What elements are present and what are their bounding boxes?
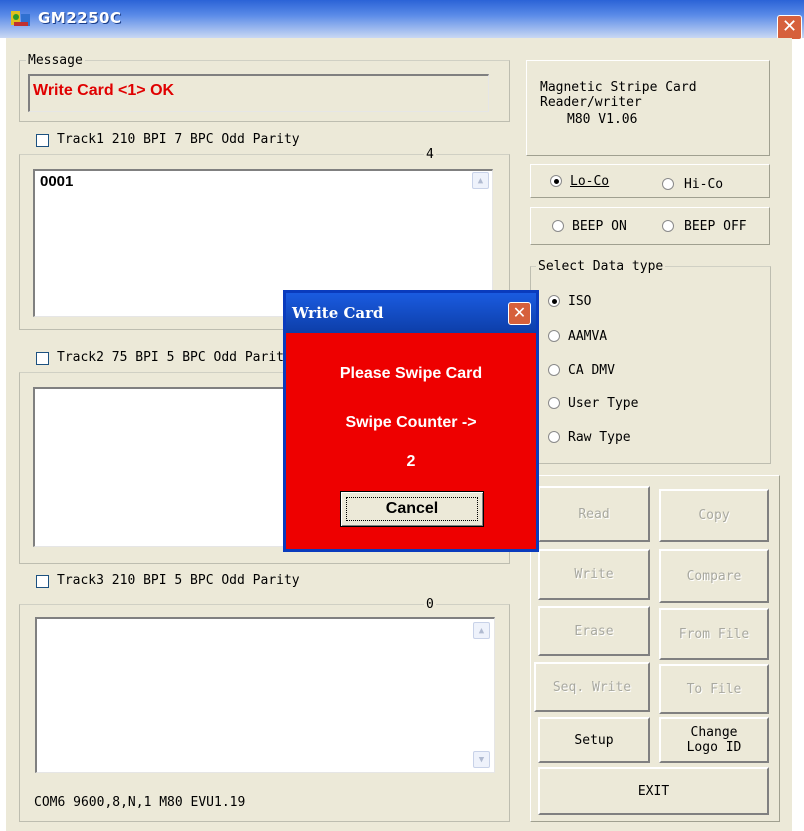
status-bar: COM6 9600,8,N,1 M80 EVU1.19 bbox=[34, 795, 246, 810]
change-logo-id-line1: Change bbox=[690, 725, 738, 740]
to-file-button[interactable]: To File bbox=[659, 664, 769, 714]
beep-on-label[interactable]: BEEP ON bbox=[572, 219, 627, 234]
track3-label: Track3 210 BPI 5 BPC Odd Parity bbox=[57, 573, 300, 588]
app-icon bbox=[10, 9, 32, 29]
data-type-group-title: Select Data type bbox=[536, 259, 666, 274]
track1-label: Track1 210 BPI 7 BPC Odd Parity bbox=[57, 132, 300, 147]
dialog-close-button[interactable]: ✕ bbox=[508, 302, 531, 325]
track2-checkbox[interactable] bbox=[36, 352, 49, 365]
ca-dmv-label[interactable]: CA DMV bbox=[568, 363, 615, 378]
ca-dmv-radio[interactable] bbox=[548, 364, 560, 376]
dialog-prompt: Please Swipe Card bbox=[339, 365, 483, 382]
setup-button[interactable]: Setup bbox=[538, 717, 650, 763]
message-group-title: Message bbox=[26, 53, 85, 68]
hi-co-label[interactable]: Hi-Co bbox=[684, 177, 723, 192]
track1-checkbox[interactable] bbox=[36, 134, 49, 147]
beep-off-label[interactable]: BEEP OFF bbox=[684, 219, 747, 234]
exit-button[interactable]: EXIT bbox=[538, 767, 769, 815]
beep-off-radio[interactable] bbox=[662, 220, 674, 232]
read-button[interactable]: Read bbox=[538, 486, 650, 542]
aamva-label[interactable]: AAMVA bbox=[568, 329, 607, 344]
seq-write-button[interactable]: Seq. Write bbox=[534, 662, 650, 712]
device-info-line1: Magnetic Stripe Card bbox=[540, 80, 697, 95]
raw-type-label[interactable]: Raw Type bbox=[568, 430, 631, 445]
iso-label[interactable]: ISO bbox=[568, 294, 591, 309]
compare-button[interactable]: Compare bbox=[659, 549, 769, 603]
focus-rect bbox=[346, 497, 478, 521]
write-button[interactable]: Write bbox=[538, 549, 650, 600]
hi-co-radio[interactable] bbox=[662, 178, 674, 190]
track3-count: 0 bbox=[424, 597, 436, 612]
track1-scroll-up-icon[interactable]: ▲ bbox=[472, 172, 489, 189]
close-icon: ✕ bbox=[512, 303, 527, 322]
write-card-dialog: Write Card ✕ Please Swipe Card Swipe Cou… bbox=[283, 290, 539, 552]
dialog-title: Write Card bbox=[292, 304, 384, 322]
raw-type-radio[interactable] bbox=[548, 431, 560, 443]
dialog-counter-value: 2 bbox=[406, 453, 416, 470]
track2-label: Track2 75 BPI 5 BPC Odd Parity bbox=[57, 350, 287, 365]
change-logo-id-line2: Logo ID bbox=[686, 740, 742, 755]
copy-button[interactable]: Copy bbox=[659, 489, 769, 542]
user-type-radio[interactable] bbox=[548, 397, 560, 409]
track1-data-text: 0001 bbox=[40, 173, 74, 190]
device-info-line3: M80 V1.06 bbox=[567, 112, 638, 127]
cancel-button[interactable]: Cancel bbox=[340, 491, 484, 527]
from-file-button[interactable]: From File bbox=[659, 608, 769, 660]
track3-checkbox[interactable] bbox=[36, 575, 49, 588]
track1-count: 4 bbox=[424, 147, 436, 162]
user-type-label[interactable]: User Type bbox=[568, 396, 638, 411]
track3-data-field[interactable] bbox=[35, 617, 495, 773]
close-window-button[interactable]: ✕ bbox=[777, 15, 802, 40]
window-title: GM2250C bbox=[38, 9, 122, 27]
close-icon: ✕ bbox=[781, 16, 798, 37]
lo-co-label[interactable]: Lo-Co bbox=[570, 174, 609, 189]
coercivity-panel bbox=[530, 164, 770, 198]
message-text: Write Card <1> OK bbox=[33, 82, 175, 99]
aamva-radio[interactable] bbox=[548, 330, 560, 342]
track3-scroll-down-icon[interactable]: ▼ bbox=[473, 751, 490, 768]
track3-scroll-up-icon[interactable]: ▲ bbox=[473, 622, 490, 639]
data-type-group bbox=[530, 266, 771, 464]
erase-button[interactable]: Erase bbox=[538, 606, 650, 656]
lo-co-radio[interactable] bbox=[550, 175, 562, 187]
dialog-counter-label: Swipe Counter -> bbox=[345, 414, 477, 431]
beep-on-radio[interactable] bbox=[552, 220, 564, 232]
device-info-line2: Reader/writer bbox=[540, 95, 642, 110]
iso-radio[interactable] bbox=[548, 295, 560, 307]
change-logo-id-button[interactable]: Change Logo ID bbox=[659, 717, 769, 763]
